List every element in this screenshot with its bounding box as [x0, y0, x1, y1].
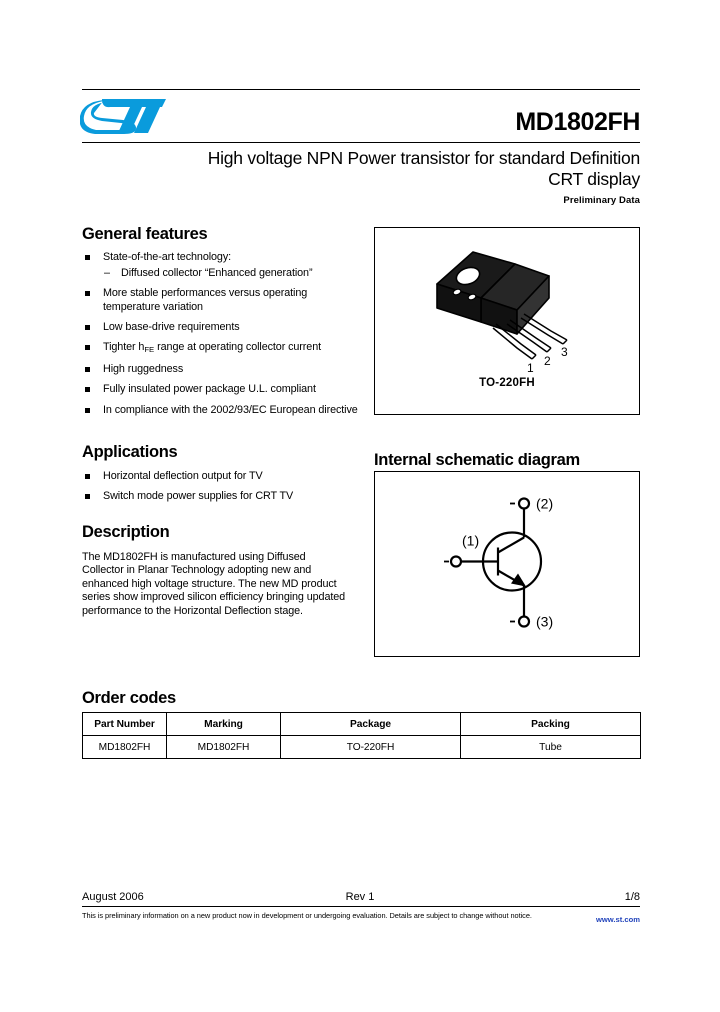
package-illustration-box: 1 2 3 TO-220FH — [374, 227, 640, 415]
list-item: Low base-drive requirements — [82, 321, 362, 334]
cell-part-number: MD1802FH — [82, 735, 167, 759]
terminal-node-1 — [449, 555, 463, 568]
feature-text-after: range at operating collector current — [154, 341, 321, 354]
hfe-subscript: FE — [144, 344, 155, 354]
application-text: Switch mode power supplies for CRT TV — [103, 490, 294, 503]
document-subtitle: High voltage NPN Power transistor for st… — [207, 148, 640, 189]
feature-text: Low base-drive requirements — [103, 320, 240, 333]
list-item: Switch mode power supplies for CRT TV — [82, 490, 362, 503]
terminal-node-2 — [517, 497, 531, 510]
footer-rule — [82, 906, 640, 907]
footer-revision: Rev 1 — [345, 891, 375, 903]
feature-text: More stable performances versus operatin… — [103, 287, 308, 313]
column-header-part-number: Part Number — [82, 712, 167, 736]
datasheet-page: MD1802FH High voltage NPN Power transist… — [0, 0, 720, 1012]
order-codes-heading: Order codes — [82, 689, 176, 707]
npn-transistor-symbol-icon: (1) (2) (3) — [412, 482, 602, 647]
list-item: State-of-the-art technology: Diffused co… — [82, 251, 362, 281]
column-header-packing: Packing — [460, 712, 641, 736]
st-logo — [79, 96, 166, 136]
terminal-label-1: (1) — [462, 533, 479, 549]
general-features-list: State-of-the-art technology: Diffused co… — [82, 251, 362, 424]
footer-page-number: 1/8 — [624, 891, 640, 903]
terminal-label-2: (2) — [536, 496, 553, 512]
applications-heading: Applications — [82, 443, 178, 461]
list-item: In compliance with the 2002/93/EC Europe… — [82, 404, 362, 417]
pin-label-1: 1 — [527, 361, 534, 375]
list-item: Tighter hFE range at operating collector… — [82, 341, 362, 356]
schematic-heading: Internal schematic diagram — [374, 451, 580, 469]
column-header-marking: Marking — [166, 712, 281, 736]
feature-text: High ruggedness — [103, 363, 184, 376]
list-item: Fully insulated power package U.L. compl… — [82, 383, 362, 396]
feature-text: In compliance with the 2002/93/EC Europe… — [103, 403, 358, 416]
feature-text: State-of-the-art technology: — [103, 251, 232, 263]
feature-text: Fully insulated power package U.L. compl… — [103, 383, 316, 396]
applications-list: Horizontal deflection output for TV Swit… — [82, 470, 362, 510]
to-220fh-package-icon: 1 2 3 — [397, 236, 617, 381]
header-bottom-rule — [82, 142, 640, 143]
internal-schematic-box: (1) (2) (3) — [374, 471, 640, 657]
order-codes-table: Part Number Marking Package Packing MD18… — [82, 712, 641, 759]
terminal-node-3 — [517, 615, 531, 628]
terminal-label-3: (3) — [536, 614, 553, 630]
cell-marking: MD1802FH — [166, 735, 281, 759]
list-item: More stable performances versus operatin… — [82, 287, 362, 313]
cell-package: TO-220FH — [280, 735, 461, 759]
table-header-row: Part Number Marking Package Packing — [82, 712, 641, 736]
feature-subitem: Diffused collector “Enhanced generation” — [103, 267, 362, 280]
pin-label-2: 2 — [544, 354, 551, 368]
list-item: High ruggedness — [82, 363, 362, 376]
application-text: Horizontal deflection output for TV — [103, 470, 263, 482]
header-top-rule — [82, 89, 640, 90]
description-text: The MD1802FH is manufactured using Diffu… — [82, 551, 346, 617]
cell-packing: Tube — [460, 735, 641, 759]
description-heading: Description — [82, 523, 170, 541]
footer-disclaimer: This is preliminary information on a new… — [82, 911, 532, 920]
column-header-package: Package — [280, 712, 461, 736]
page-title: MD1802FH — [515, 108, 640, 136]
general-features-heading: General features — [82, 225, 208, 243]
table-row: MD1802FH MD1802FH TO-220FH Tube — [82, 735, 641, 759]
list-item: Horizontal deflection output for TV — [82, 470, 362, 483]
feature-text-before: Tighter h — [103, 341, 145, 354]
pin-label-3: 3 — [561, 345, 568, 359]
preliminary-data-label: Preliminary Data — [563, 195, 640, 206]
package-caption: TO-220FH — [479, 377, 535, 389]
st-website-link[interactable]: www.st.com — [596, 915, 640, 924]
